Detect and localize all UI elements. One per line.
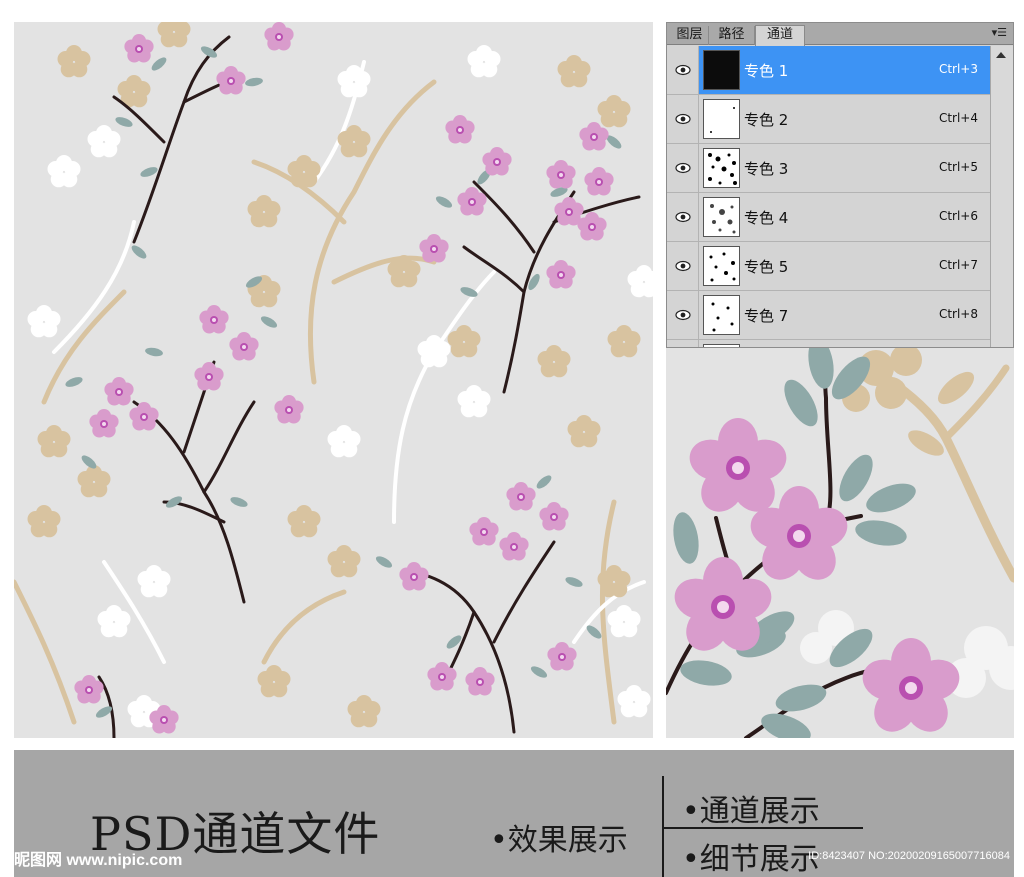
visibility-toggle[interactable] — [667, 242, 699, 290]
channel-row-spot-3[interactable]: 专色 3 Ctrl+5 — [667, 144, 990, 193]
channel-row-spot-7[interactable]: 专色 7 Ctrl+8 — [667, 291, 990, 340]
visibility-toggle[interactable] — [667, 95, 699, 143]
channel-shortcut: Ctrl+5 — [938, 160, 978, 174]
channel-shortcut: Ctrl+7 — [938, 258, 978, 272]
pattern-preview — [14, 22, 653, 738]
channel-row-partial[interactable] — [667, 340, 990, 347]
channel-name: 专色 4 — [744, 209, 789, 227]
detail-preview — [666, 348, 1014, 738]
channel-shortcut: Ctrl+3 — [938, 62, 978, 76]
channel-thumbnail — [703, 50, 740, 90]
channel-shortcut: Ctrl+6 — [938, 209, 978, 223]
eye-icon — [675, 309, 691, 321]
channel-thumbnail — [703, 295, 740, 335]
panel-tab-bar: 图层 路径 通道 ▾☰ — [667, 23, 1013, 46]
channel-row-spot-4[interactable]: 专色 4 Ctrl+6 — [667, 193, 990, 242]
watermark-id: ID:8423407 NO:20200209165007716084 — [808, 850, 1010, 862]
channels-panel: 图层 路径 通道 ▾☰ 专色 1 Ctrl+3 专色 2 Ctrl+4 专色 3… — [666, 22, 1014, 348]
channel-thumbnail — [703, 148, 740, 188]
eye-icon — [675, 260, 691, 272]
visibility-toggle[interactable] — [667, 193, 699, 241]
channel-shortcut: Ctrl+4 — [938, 111, 978, 125]
channel-thumbnail — [703, 246, 740, 286]
channel-name: 专色 1 — [744, 62, 789, 80]
feature-detail-label: •细节展示 — [682, 842, 820, 877]
panel-scrollbar[interactable] — [990, 46, 1013, 347]
channel-thumbnail — [703, 99, 740, 139]
panel-menu-icon[interactable]: ▾☰ — [992, 26, 1007, 39]
visibility-toggle[interactable] — [667, 144, 699, 192]
eye-icon — [675, 211, 691, 223]
tab-channels[interactable]: 通道 — [755, 25, 805, 46]
channel-thumbnail — [703, 197, 740, 237]
bottom-banner: PSD通道文件 •效果展示 •通道展示 •细节展示 昵图网 www.nipic.… — [14, 750, 1014, 877]
eye-icon — [675, 64, 691, 76]
channel-row-spot-2[interactable]: 专色 2 Ctrl+4 — [667, 95, 990, 144]
tab-layers[interactable]: 图层 — [671, 26, 709, 45]
channel-row-spot-5[interactable]: 专色 5 Ctrl+7 — [667, 242, 990, 291]
detail-zoom-image — [666, 348, 1014, 738]
feature-effect-label: •效果展示 — [490, 823, 628, 858]
channel-name: 专色 7 — [744, 307, 789, 325]
visibility-toggle[interactable] — [667, 46, 699, 94]
visibility-toggle[interactable] — [667, 291, 699, 339]
watermark-site: 昵图网 www.nipic.com — [14, 852, 183, 869]
eye-icon — [675, 113, 691, 125]
channel-row-spot-1[interactable]: 专色 1 Ctrl+3 — [667, 46, 990, 95]
visibility-toggle[interactable] — [667, 340, 699, 347]
feature-channels-label: •通道展示 — [682, 794, 820, 829]
scroll-up-icon[interactable] — [996, 52, 1006, 58]
tab-paths[interactable]: 路径 — [709, 26, 755, 45]
channel-name: 专色 3 — [744, 160, 789, 178]
floral-pattern-image — [14, 22, 653, 738]
eye-icon — [675, 162, 691, 174]
channel-shortcut: Ctrl+8 — [938, 307, 978, 321]
channel-name: 专色 2 — [744, 111, 789, 129]
channel-name: 专色 5 — [744, 258, 789, 276]
